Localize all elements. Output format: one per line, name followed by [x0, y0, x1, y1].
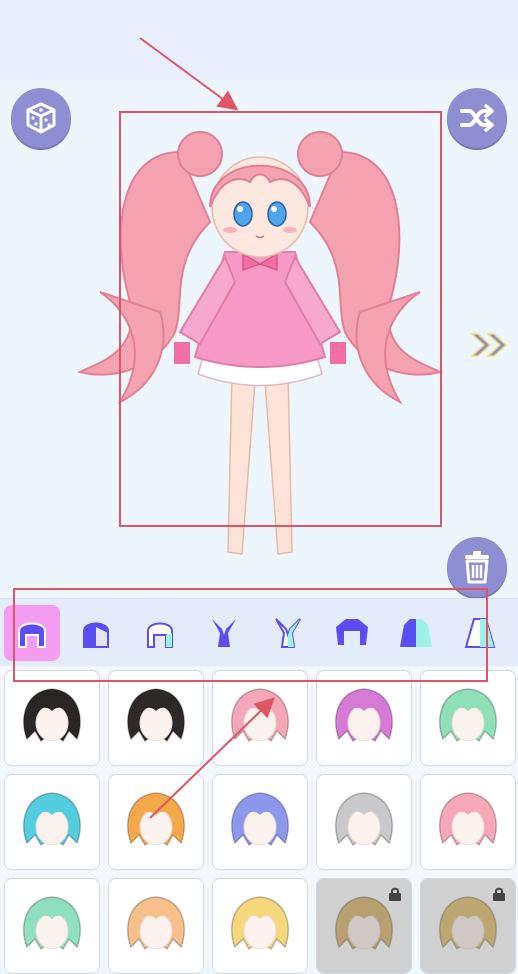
tab-ears-alt[interactable] [260, 605, 316, 661]
hair-thumbnail-icon [23, 896, 81, 951]
lock-icon [389, 887, 401, 901]
hair-thumbnail-icon [127, 792, 185, 847]
hair-thumbnail-icon [23, 792, 81, 847]
hair-item-orange-messy-hair[interactable] [108, 774, 204, 870]
tab-hair-side[interactable] [132, 605, 188, 661]
tab-hair-front[interactable] [4, 605, 60, 661]
hair-thumbnail-icon [335, 792, 393, 847]
hair-thumbnail-icon [127, 896, 185, 951]
hair-thumbnail-icon [439, 688, 497, 743]
sweater-icon [336, 619, 368, 645]
hair-thumbnail-icon [231, 688, 289, 743]
coat-icon [400, 619, 432, 647]
trash-icon [465, 551, 489, 584]
dress-icon [464, 618, 496, 648]
tab-hair-back[interactable] [68, 605, 124, 661]
hair-thumbnail-icon [231, 792, 289, 847]
hair-thumbnail-icon [335, 688, 393, 743]
next-page-button[interactable] [468, 330, 512, 360]
bunny-ears-outline-icon [275, 618, 301, 648]
top-bar [0, 0, 518, 80]
hair-item-blue-short-hair[interactable] [212, 774, 308, 870]
hair-item-pink-twin-tails[interactable] [212, 670, 308, 766]
double-chevron-right-icon [470, 333, 508, 357]
hair-item-mint-long-hair[interactable] [420, 670, 516, 766]
delete-button[interactable] [447, 537, 507, 597]
shuffle-icon [460, 104, 494, 132]
hair-item-peach-short-hair[interactable] [108, 878, 204, 974]
tab-ears[interactable] [196, 605, 252, 661]
hair-item-grid [0, 666, 518, 974]
tab-top[interactable] [324, 605, 380, 661]
hair-item-blonde-long-hair[interactable] [212, 878, 308, 974]
hair-thumbnail-icon [439, 792, 497, 847]
hair-item-locked-hair-1[interactable] [316, 878, 412, 974]
hair-item-black-bob-hair[interactable] [4, 670, 100, 766]
hair-back-icon [83, 622, 109, 648]
character-preview[interactable] [60, 112, 460, 572]
hair-thumbnail-icon [231, 896, 289, 951]
hair-side-icon [147, 622, 173, 648]
hair-item-pink-bob-hair[interactable] [420, 774, 516, 870]
tab-outfit[interactable] [388, 605, 444, 661]
tab-dress[interactable] [452, 605, 508, 661]
hair-item-silver-short-hair[interactable] [316, 774, 412, 870]
bunny-ears-icon [212, 619, 236, 647]
hair-item-cyan-spiky-hair[interactable] [4, 774, 100, 870]
hair-front-icon [18, 622, 46, 648]
dice-icon [26, 102, 56, 134]
hair-item-black-messy-hair[interactable] [108, 670, 204, 766]
hair-thumbnail-icon [127, 688, 185, 743]
hair-item-mint-twin-buns[interactable] [4, 878, 100, 974]
hair-thumbnail-icon [23, 688, 81, 743]
category-tab-bar [0, 598, 518, 668]
lock-icon [493, 887, 505, 901]
hair-item-locked-hair-2[interactable] [420, 878, 516, 974]
hair-item-magenta-long-hair[interactable] [316, 670, 412, 766]
